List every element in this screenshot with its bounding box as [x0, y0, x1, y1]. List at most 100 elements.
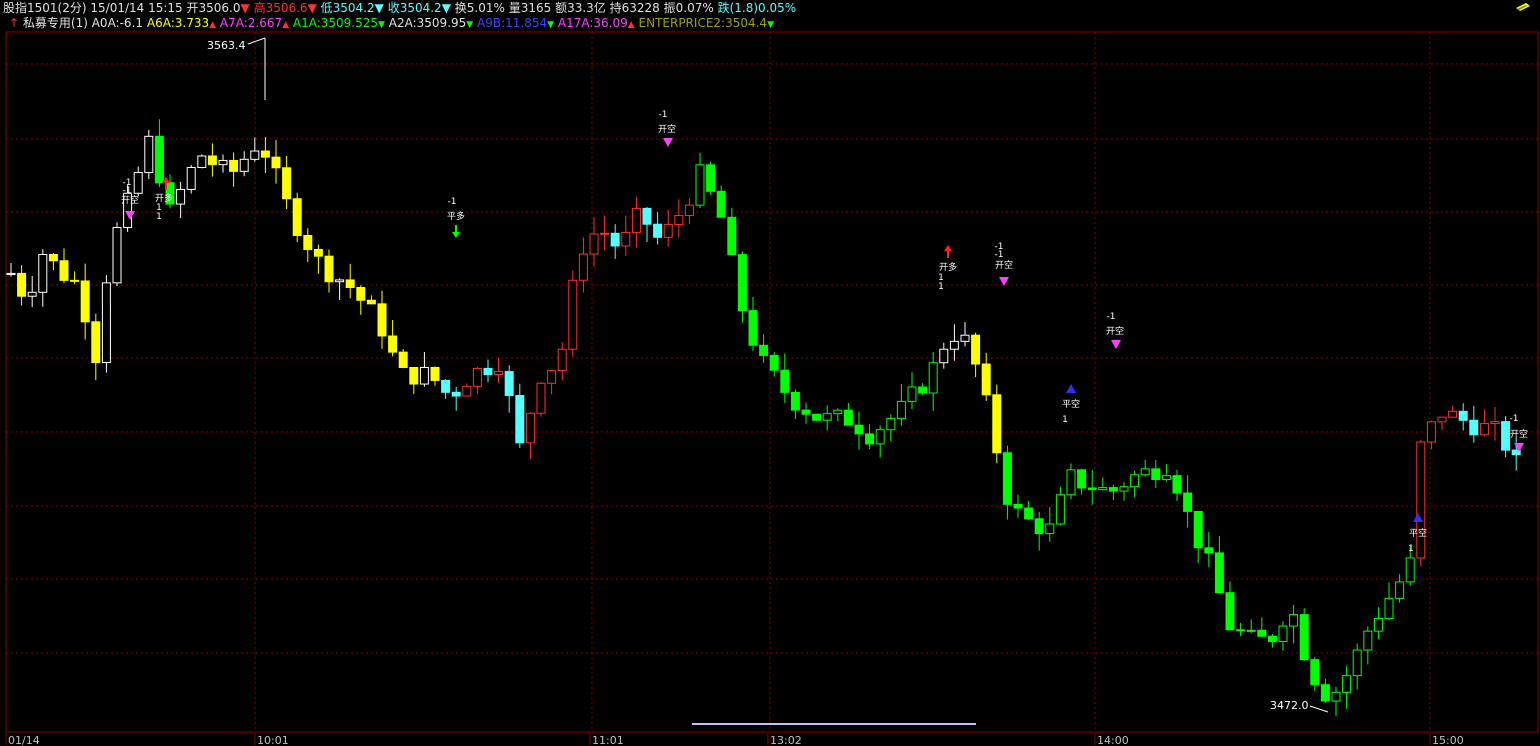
candle-body: [653, 223, 663, 238]
candle-body: [759, 344, 769, 356]
signal-label: -1: [448, 197, 457, 207]
candle-body: [207, 155, 217, 166]
candle-body: [91, 321, 101, 364]
candle-body: [663, 223, 673, 238]
candle-body: [716, 190, 726, 218]
candle-body: [419, 366, 429, 385]
candle-body: [48, 253, 58, 262]
signal-label: -1: [1107, 312, 1116, 322]
candle-body: [197, 155, 207, 168]
candle-body: [441, 379, 451, 393]
candle-body: [1183, 492, 1193, 512]
candle-body: [101, 282, 111, 364]
candle-body: [1310, 659, 1320, 686]
candle-body: [1161, 475, 1171, 481]
candle-body: [748, 310, 758, 346]
candle-body: [250, 150, 260, 160]
high-label: 3563.4: [207, 39, 246, 52]
candle-body: [1151, 468, 1161, 481]
candle-body: [59, 260, 69, 281]
candle-body: [939, 348, 949, 364]
signal-label: 开多: [939, 261, 957, 273]
candlestick-chart[interactable]: 3563.43472.0-1-1开空 开多11-1平多-1开空开多11-1-1开空…: [0, 0, 1540, 746]
candle-body: [822, 413, 832, 421]
signal-label: 1: [156, 212, 162, 222]
signal-label: 开空: [658, 123, 676, 135]
candle-body: [1034, 518, 1044, 535]
candle-body: [1437, 416, 1447, 423]
signal-label: 平空: [1409, 527, 1427, 539]
signal-label: 1: [938, 282, 944, 292]
candle-body: [684, 204, 694, 217]
candle-body: [112, 227, 122, 284]
signal-label: -1: [1510, 414, 1519, 424]
candle-body: [1002, 452, 1012, 505]
candle-body: [1225, 592, 1235, 631]
candle-body: [462, 385, 472, 397]
candle-body: [631, 207, 641, 233]
signal-label: -1: [995, 250, 1004, 260]
signal-label: 开空: [1510, 428, 1528, 440]
signal-label: 开空: [995, 259, 1013, 271]
candle-body: [1501, 421, 1511, 451]
signal-label: 平空: [1062, 398, 1080, 410]
candle-body: [865, 433, 875, 445]
time-label: 10:01: [257, 734, 289, 746]
candle-body: [176, 188, 186, 205]
candle-body: [260, 150, 270, 158]
candle-body: [430, 366, 440, 381]
down-arrow-head: [452, 232, 460, 238]
candle-body: [303, 234, 313, 250]
candles: [6, 119, 1521, 717]
candle-body: [292, 198, 302, 236]
candle-body: [1384, 597, 1394, 620]
candle-body: [377, 303, 387, 337]
candle-body: [1469, 419, 1479, 436]
time-label: 14:00: [1097, 734, 1129, 746]
candle-body: [1320, 684, 1330, 702]
candle-body: [727, 216, 737, 256]
candle-body: [896, 400, 906, 420]
candle-body: [366, 299, 376, 305]
candle-body: [547, 370, 557, 384]
candle-body: [674, 215, 684, 225]
signal-label: 平多: [447, 210, 465, 222]
candle-body: [1045, 523, 1055, 535]
candle-body: [621, 231, 631, 247]
candle-body: [1246, 629, 1256, 632]
candle-body: [515, 394, 525, 444]
candle-body: [928, 362, 938, 394]
signal-label: 开空: [121, 194, 139, 206]
candle-body: [1267, 635, 1277, 642]
candle-body: [695, 164, 705, 206]
candle-body: [610, 232, 620, 247]
chart-window[interactable]: 股指1501(2分) 15/01/14 15:15 开3506.0▼ 高3506…: [0, 0, 1540, 746]
candle-body: [1055, 494, 1065, 525]
candle-body: [525, 412, 535, 444]
candle-body: [335, 279, 345, 283]
candle-body: [1331, 691, 1341, 702]
candle-body: [1426, 421, 1436, 443]
up-triangle-icon: [1066, 384, 1076, 393]
candle-body: [80, 280, 90, 323]
low-label: 3472.0: [1270, 699, 1309, 712]
candle-body: [1405, 557, 1415, 583]
candle-body: [843, 409, 853, 426]
candle-body: [918, 386, 928, 394]
candle-body: [1363, 630, 1373, 651]
candle-body: [642, 207, 652, 225]
candle-body: [144, 135, 154, 174]
candle-body: [1299, 614, 1309, 661]
down-triangle-icon: [663, 138, 673, 147]
candle-body: [398, 351, 408, 368]
candle-body: [1193, 510, 1203, 549]
candle-body: [1490, 421, 1500, 425]
candle-body: [875, 429, 885, 445]
candle-body: [1130, 474, 1140, 488]
candle-body: [345, 279, 355, 289]
signal-label: 1: [1408, 544, 1414, 554]
candle-body: [971, 334, 981, 365]
candle-body: [218, 159, 228, 166]
low-marker-line: [1309, 705, 1329, 713]
candle-body: [1479, 423, 1489, 436]
